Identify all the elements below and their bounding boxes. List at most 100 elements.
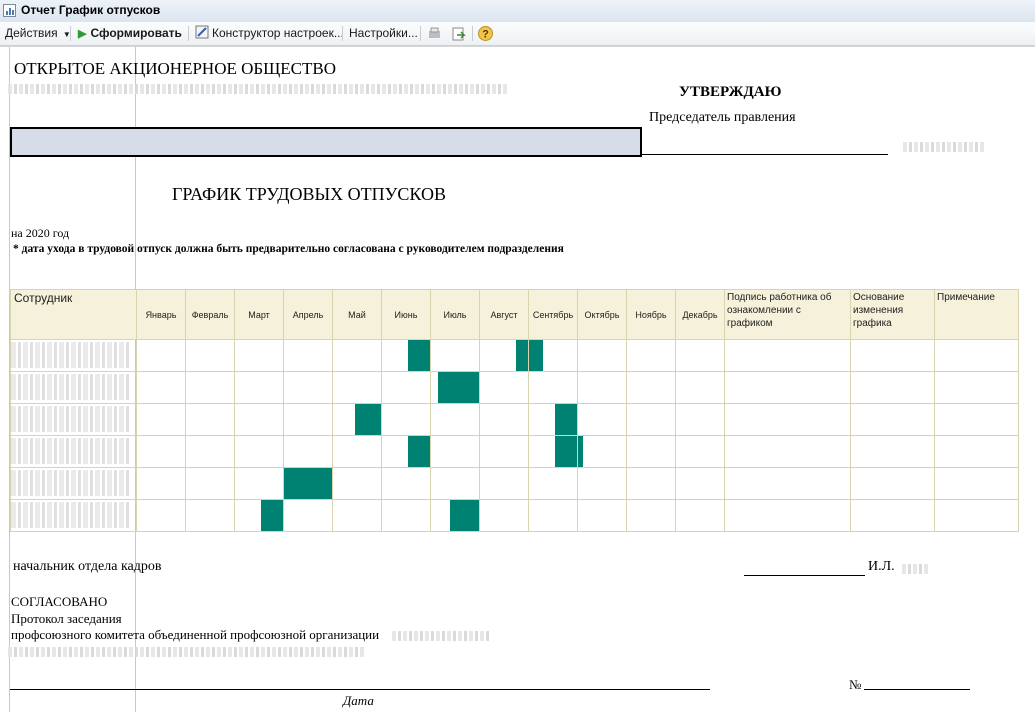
- month-cell[interactable]: [577, 435, 627, 468]
- month-cell[interactable]: [479, 339, 529, 372]
- month-cell[interactable]: [528, 467, 578, 500]
- reason-cell[interactable]: [850, 403, 935, 436]
- month-cell[interactable]: [332, 435, 382, 468]
- month-cell[interactable]: [675, 467, 725, 500]
- month-cell[interactable]: [136, 371, 186, 404]
- month-cell[interactable]: [577, 339, 627, 372]
- month-cell[interactable]: [332, 499, 382, 532]
- month-cell[interactable]: [381, 467, 431, 500]
- month-cell[interactable]: [528, 339, 578, 372]
- month-cell[interactable]: [283, 339, 333, 372]
- reason-cell[interactable]: [850, 467, 935, 500]
- month-cell[interactable]: [283, 403, 333, 436]
- month-cell[interactable]: [332, 371, 382, 404]
- month-cell[interactable]: [332, 403, 382, 436]
- month-cell[interactable]: [626, 467, 676, 500]
- signature-cell[interactable]: [724, 435, 851, 468]
- employee-name-cell[interactable]: [10, 403, 137, 436]
- actions-menu-button[interactable]: Действия ▼: [5, 24, 71, 42]
- reason-cell[interactable]: [850, 371, 935, 404]
- month-cell[interactable]: [332, 339, 382, 372]
- signature-cell[interactable]: [724, 371, 851, 404]
- month-cell[interactable]: [626, 403, 676, 436]
- month-cell[interactable]: [136, 403, 186, 436]
- note-cell[interactable]: [934, 467, 1019, 500]
- print-preview-icon[interactable]: [427, 26, 442, 41]
- note-cell[interactable]: [934, 403, 1019, 436]
- month-cell[interactable]: [577, 403, 627, 436]
- month-cell[interactable]: [479, 499, 529, 532]
- month-cell[interactable]: [185, 371, 235, 404]
- month-cell[interactable]: [626, 499, 676, 532]
- month-cell[interactable]: [234, 499, 284, 532]
- help-icon[interactable]: ?: [478, 26, 493, 41]
- month-cell[interactable]: [381, 499, 431, 532]
- employee-name-cell[interactable]: [10, 435, 137, 468]
- month-cell[interactable]: [626, 339, 676, 372]
- month-cell[interactable]: [136, 467, 186, 500]
- month-cell[interactable]: [626, 371, 676, 404]
- export-icon[interactable]: [451, 26, 466, 41]
- employee-name-cell[interactable]: [10, 499, 137, 532]
- month-cell[interactable]: [136, 435, 186, 468]
- month-cell[interactable]: [528, 499, 578, 532]
- signature-cell[interactable]: [724, 403, 851, 436]
- month-cell[interactable]: [479, 435, 529, 468]
- month-cell[interactable]: [675, 339, 725, 372]
- note-cell[interactable]: [934, 339, 1019, 372]
- month-cell[interactable]: [283, 435, 333, 468]
- month-cell[interactable]: [675, 499, 725, 532]
- month-cell[interactable]: [234, 435, 284, 468]
- month-cell[interactable]: [430, 499, 480, 532]
- month-cell[interactable]: [675, 403, 725, 436]
- month-cell[interactable]: [283, 467, 333, 500]
- month-cell[interactable]: [381, 403, 431, 436]
- month-cell[interactable]: [479, 467, 529, 500]
- note-cell[interactable]: [934, 435, 1019, 468]
- month-cell[interactable]: [381, 339, 431, 372]
- month-cell[interactable]: [185, 339, 235, 372]
- month-cell[interactable]: [430, 467, 480, 500]
- month-cell[interactable]: [577, 467, 627, 500]
- month-cell[interactable]: [626, 435, 676, 468]
- month-cell[interactable]: [234, 403, 284, 436]
- month-cell[interactable]: [577, 499, 627, 532]
- month-cell[interactable]: [136, 499, 186, 532]
- month-cell[interactable]: [675, 435, 725, 468]
- month-cell[interactable]: [675, 371, 725, 404]
- month-cell[interactable]: [185, 435, 235, 468]
- signature-cell[interactable]: [724, 467, 851, 500]
- organization-field[interactable]: [10, 127, 642, 157]
- month-cell[interactable]: [528, 435, 578, 468]
- employee-name-cell[interactable]: [10, 371, 137, 404]
- month-cell[interactable]: [430, 435, 480, 468]
- month-cell[interactable]: [332, 467, 382, 500]
- month-cell[interactable]: [479, 403, 529, 436]
- settings-button[interactable]: Настройки...: [349, 24, 418, 42]
- month-cell[interactable]: [479, 371, 529, 404]
- reason-cell[interactable]: [850, 499, 935, 532]
- month-cell[interactable]: [430, 339, 480, 372]
- month-cell[interactable]: [136, 339, 186, 372]
- month-cell[interactable]: [381, 371, 431, 404]
- note-cell[interactable]: [934, 371, 1019, 404]
- month-cell[interactable]: [430, 403, 480, 436]
- month-cell[interactable]: [283, 371, 333, 404]
- report-sheet[interactable]: ОТКРЫТОЕ АКЦИОНЕРНОЕ ОБЩЕСТВО УТВЕРЖДАЮ …: [0, 46, 1035, 712]
- reason-cell[interactable]: [850, 435, 935, 468]
- reason-cell[interactable]: [850, 339, 935, 372]
- month-cell[interactable]: [185, 499, 235, 532]
- signature-cell[interactable]: [724, 499, 851, 532]
- month-cell[interactable]: [234, 371, 284, 404]
- signature-cell[interactable]: [724, 339, 851, 372]
- month-cell[interactable]: [528, 371, 578, 404]
- employee-name-cell[interactable]: [10, 467, 137, 500]
- month-cell[interactable]: [185, 467, 235, 500]
- employee-name-cell[interactable]: [10, 339, 137, 372]
- month-cell[interactable]: [528, 403, 578, 436]
- month-cell[interactable]: [430, 371, 480, 404]
- month-cell[interactable]: [185, 403, 235, 436]
- month-cell[interactable]: [381, 435, 431, 468]
- month-cell[interactable]: [234, 339, 284, 372]
- month-cell[interactable]: [234, 467, 284, 500]
